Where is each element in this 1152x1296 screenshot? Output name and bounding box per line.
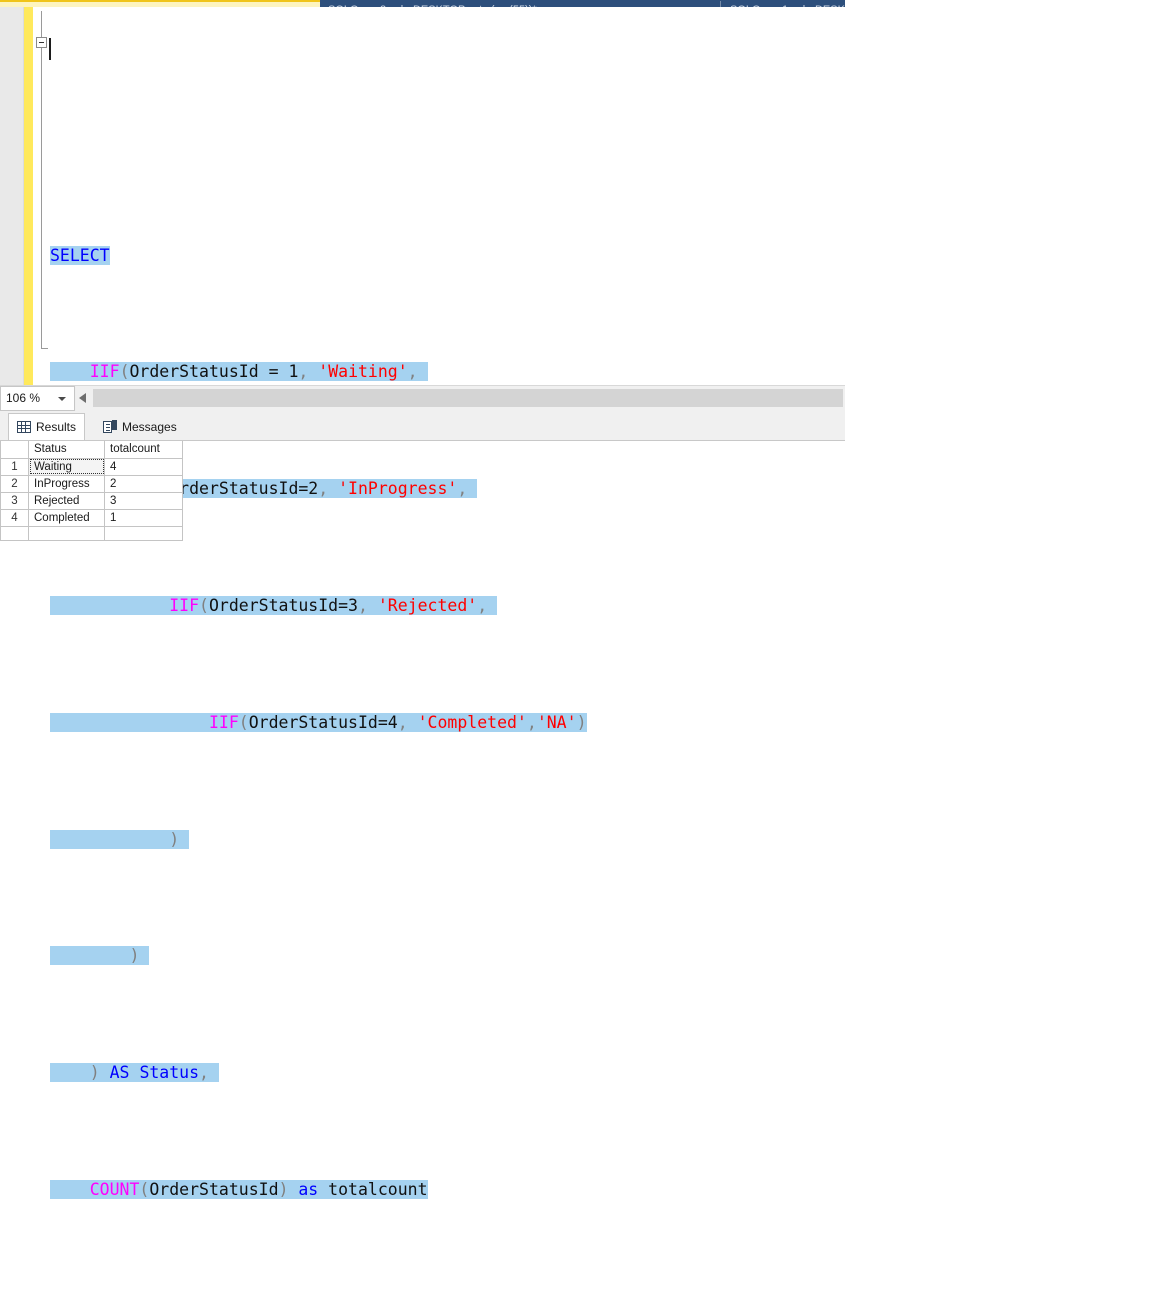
cell-totalcount[interactable]: 1 bbox=[104, 509, 183, 527]
scrollbar-thumb[interactable] bbox=[93, 389, 843, 407]
code-line-8: ) bbox=[50, 941, 845, 970]
code-line-5: IIF(OrderStatusId=3, 'Rejected', bbox=[50, 591, 845, 620]
row-number[interactable]: 2 bbox=[0, 475, 29, 493]
column-header-status[interactable]: Status bbox=[28, 441, 105, 459]
message-icon bbox=[103, 420, 117, 433]
editor-horizontal-scrollbar[interactable] bbox=[76, 386, 845, 411]
cell-totalcount[interactable]: 4 bbox=[104, 458, 183, 476]
table-row[interactable]: 2 InProgress 2 bbox=[0, 475, 183, 493]
sql-editor[interactable]: SELECT IIF(OrderStatusId = 1, 'Waiting',… bbox=[0, 7, 845, 1199]
cell-totalcount[interactable]: 3 bbox=[104, 492, 183, 510]
tab-results-label: Results bbox=[36, 420, 77, 434]
row-number[interactable]: 3 bbox=[0, 492, 29, 510]
editor-gutter bbox=[0, 7, 24, 385]
cell-empty bbox=[28, 526, 105, 541]
code-line-9: ) AS Status, bbox=[50, 1058, 845, 1087]
outlining-column bbox=[33, 7, 50, 385]
collapse-region-icon[interactable] bbox=[36, 37, 47, 48]
text-caret bbox=[49, 38, 51, 60]
tab-results[interactable]: Results bbox=[8, 413, 86, 440]
code-line-6: IIF(OrderStatusId=4, 'Completed','NA') bbox=[50, 708, 845, 737]
tab-messages[interactable]: Messages bbox=[95, 413, 185, 440]
column-header-totalcount[interactable]: totalcount bbox=[104, 441, 183, 459]
table-row[interactable]: 1 Waiting 4 bbox=[0, 458, 183, 476]
row-number[interactable]: 4 bbox=[0, 509, 29, 527]
code-line-7: ) bbox=[50, 825, 845, 854]
grid-empty-row bbox=[0, 526, 183, 541]
ssms-window: SQLQuery3.sql - DESKTOP...pts (sa (54))*… bbox=[0, 0, 845, 1199]
table-row[interactable]: 3 Rejected 3 bbox=[0, 492, 183, 510]
code-line-3: IIF(OrderStatusId = 1, 'Waiting', bbox=[50, 357, 845, 386]
row-number-empty bbox=[0, 526, 29, 541]
zoom-level-value: 106 % bbox=[6, 391, 41, 405]
results-pane-tabstrip: Results Messages bbox=[0, 411, 845, 441]
cell-status[interactable]: InProgress bbox=[28, 475, 105, 493]
chevron-down-icon bbox=[58, 397, 66, 401]
grid-icon bbox=[17, 421, 31, 433]
scroll-left-arrow-icon[interactable] bbox=[79, 393, 86, 403]
cell-status[interactable]: Waiting bbox=[28, 458, 105, 476]
outline-vertical-line bbox=[41, 11, 42, 348]
grid-header-row: Status totalcount bbox=[0, 441, 183, 459]
tab-messages-label: Messages bbox=[122, 419, 177, 434]
cell-status[interactable]: Rejected bbox=[28, 492, 105, 510]
unsaved-change-bar bbox=[24, 7, 33, 385]
cell-totalcount[interactable]: 2 bbox=[104, 475, 183, 493]
cell-empty bbox=[104, 526, 183, 541]
outline-end-marker bbox=[41, 348, 48, 349]
document-tab-2[interactable]: SQLQuery1.sql - DESKTOP bbox=[724, 0, 845, 7]
document-tab-1[interactable]: SQLQuery2.sql - DESKTOP...pts (sa (55))* bbox=[322, 0, 622, 7]
document-tab-strip: SQLQuery3.sql - DESKTOP...pts (sa (54))*… bbox=[0, 0, 845, 7]
cell-status[interactable]: Completed bbox=[28, 509, 105, 527]
row-number[interactable]: 1 bbox=[0, 458, 29, 476]
zoom-level-dropdown[interactable]: 106 % bbox=[0, 386, 75, 411]
code-line-2: SELECT bbox=[50, 245, 110, 265]
table-row[interactable]: 4 Completed 1 bbox=[0, 509, 183, 527]
grid-corner-cell[interactable] bbox=[0, 441, 29, 459]
code-line-10: COUNT(OrderStatusId) as totalcount bbox=[50, 1175, 845, 1204]
code-line-11: FROM Orders GROUP BY OrderStatusId ; bbox=[50, 1292, 845, 1296]
results-grid[interactable]: Status totalcount 1 Waiting 4 2 InProgre… bbox=[0, 441, 183, 541]
document-tab-0[interactable]: SQLQuery3.sql - DESKTOP...pts (sa (54))* bbox=[0, 0, 320, 7]
code-text-area[interactable]: SELECT IIF(OrderStatusId = 1, 'Waiting',… bbox=[49, 7, 845, 1199]
editor-status-bar: 106 % bbox=[0, 385, 845, 412]
